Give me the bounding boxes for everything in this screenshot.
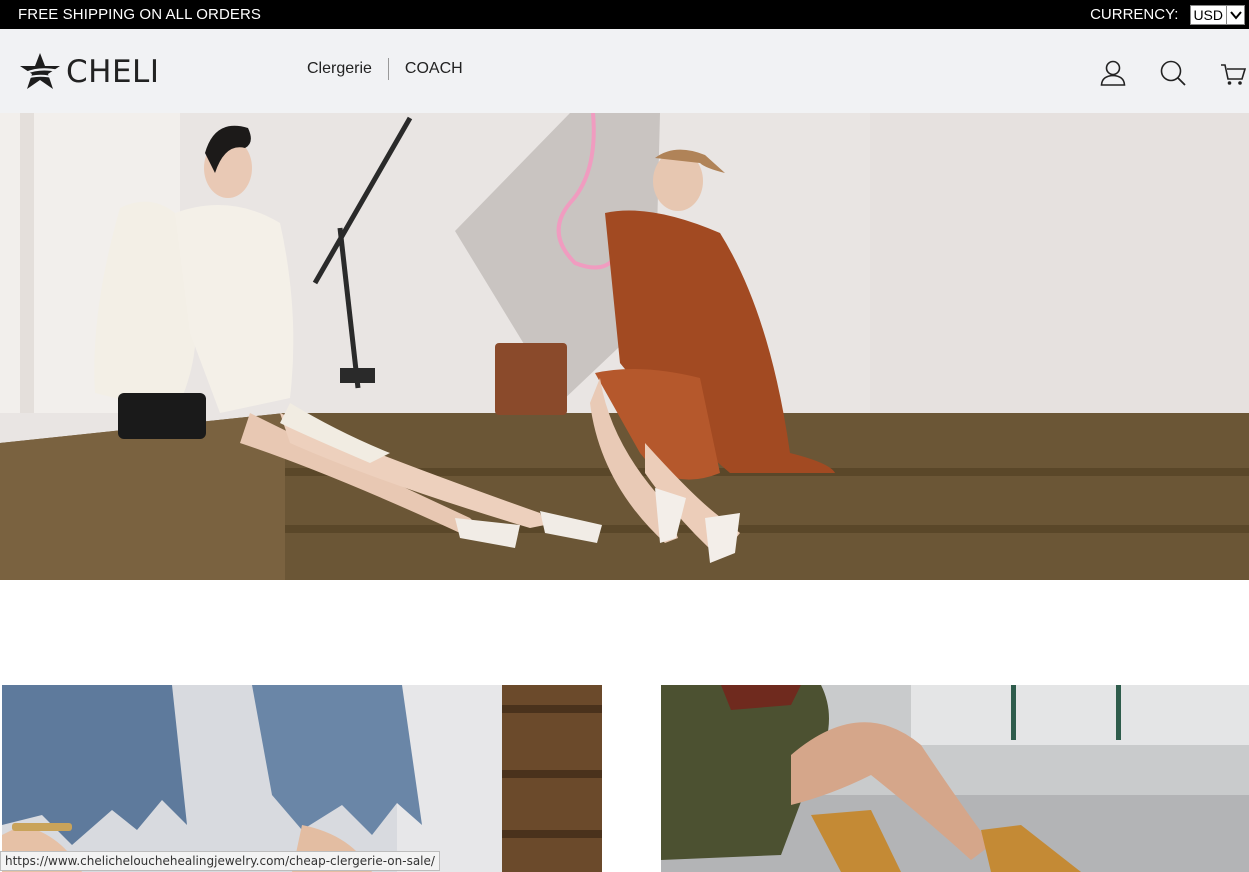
currency-label: CURRENCY: <box>1090 6 1179 23</box>
star-logo-icon <box>20 53 60 89</box>
site-logo[interactable]: CHELI <box>20 51 159 93</box>
nav-divider <box>387 58 389 80</box>
nav-link-clergerie[interactable]: Clergerie <box>307 60 372 78</box>
cart-icon[interactable] <box>1219 59 1247 87</box>
logo-text: CHELI <box>66 54 160 90</box>
account-icon[interactable] <box>1099 59 1127 87</box>
tile-image-jeans <box>2 685 602 872</box>
announcement-bar: FREE SHIPPING ON ALL ORDERS CURRENCY: US… <box>0 0 1249 29</box>
currency-value: USD <box>1193 6 1223 23</box>
main-nav: Clergerie COACH <box>307 58 463 80</box>
nav-link-coach[interactable]: COACH <box>405 60 463 78</box>
category-tiles <box>0 685 1249 872</box>
tile-image-boots <box>661 685 1249 872</box>
tile-clergerie[interactable] <box>2 685 602 872</box>
tile-timberland[interactable] <box>661 685 1249 872</box>
hero-image <box>0 113 1249 580</box>
currency-select[interactable]: USD <box>1190 4 1245 25</box>
hero-banner[interactable] <box>0 113 1249 580</box>
search-icon[interactable] <box>1159 59 1187 87</box>
browser-status-url: https://www.chelichelouchehealingjewelry… <box>0 851 440 871</box>
site-header: CHELI Clergerie COACH <box>0 29 1249 113</box>
free-shipping-text: FREE SHIPPING ON ALL ORDERS <box>18 6 262 23</box>
chevron-down-icon <box>1226 5 1244 24</box>
currency-switcher: CURRENCY: USD <box>1090 4 1245 25</box>
